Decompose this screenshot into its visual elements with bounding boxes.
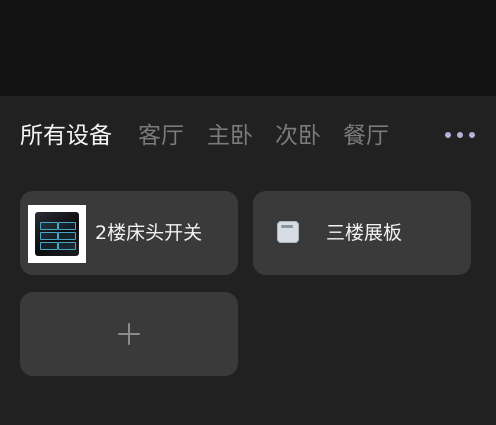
plus-icon [117, 322, 141, 346]
add-device-button[interactable] [20, 292, 238, 376]
device-name: 2楼床头开关 [95, 222, 203, 244]
device-name: 三楼展板 [326, 222, 403, 244]
device-card-third-floor-panel[interactable]: 三楼展板 [253, 191, 471, 275]
top-bar [0, 0, 496, 96]
more-dot [469, 132, 475, 138]
more-dot [445, 132, 451, 138]
tab-master-bedroom[interactable]: 主卧 [207, 122, 253, 150]
more-dot [457, 132, 463, 138]
tab-second-bedroom[interactable]: 次卧 [275, 122, 321, 150]
tab-living-room[interactable]: 客厅 [138, 122, 184, 150]
panel-icon [277, 221, 299, 243]
tab-dining-room[interactable]: 餐厅 [343, 122, 389, 150]
more-icon[interactable] [441, 127, 479, 143]
switch-panel-icon [35, 212, 79, 256]
tab-all-devices[interactable]: 所有设备 [20, 122, 112, 150]
switch-panel-thumbnail [28, 205, 86, 263]
device-card-bedside-switch[interactable]: 2楼床头开关 [20, 191, 238, 275]
device-list-screen: 所有设备 客厅 主卧 次卧 餐厅 2楼床头开关 三楼展板 [0, 0, 496, 425]
